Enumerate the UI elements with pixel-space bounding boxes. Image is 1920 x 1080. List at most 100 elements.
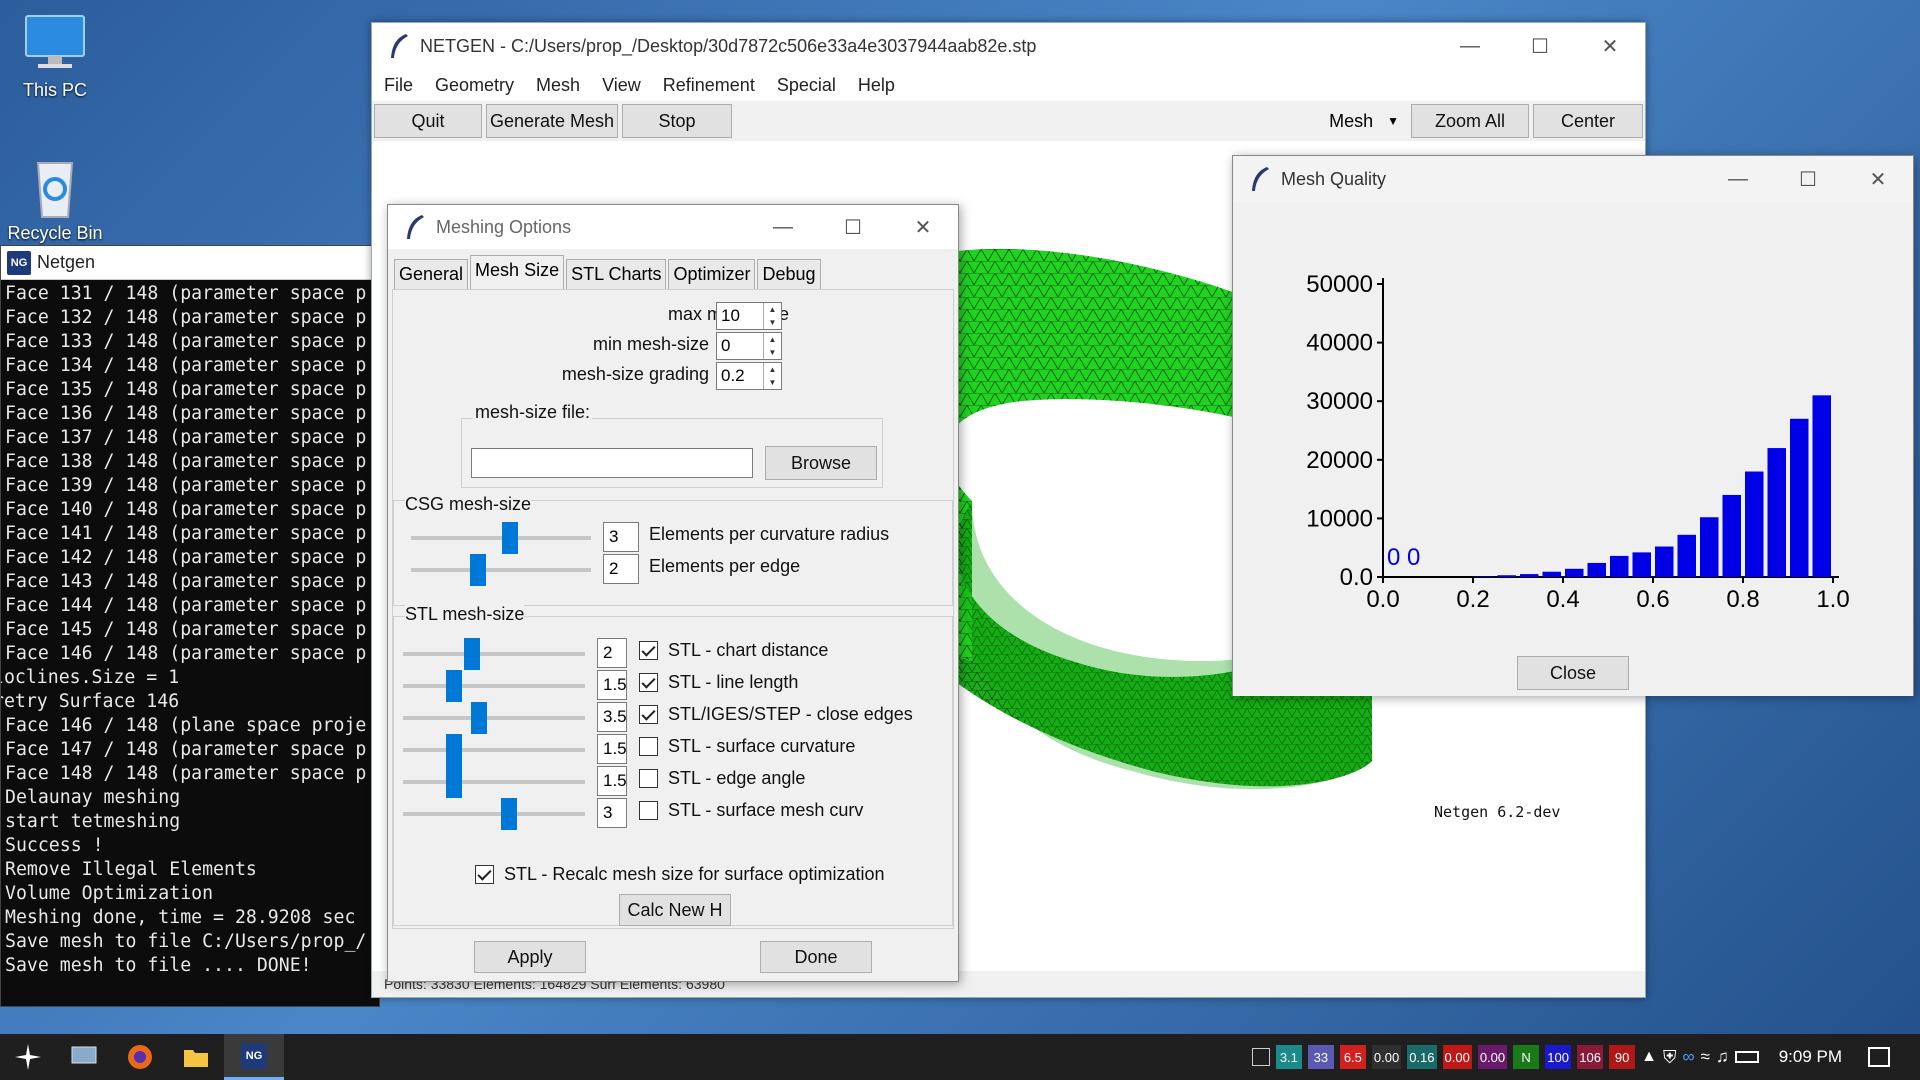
tray-monitor-badge[interactable]: 0.00 [1442,1045,1472,1069]
console-titlebar[interactable]: NG Netgen [1,246,379,280]
max-mesh-size-spinbox[interactable]: 10 ▲ ▼ [716,302,782,330]
tray-monitor-badge[interactable]: 100 [1545,1045,1572,1069]
close-icon[interactable]: ✕ [1843,156,1913,202]
stl-value-box[interactable]: 3.5 [597,702,627,732]
menu-refinement[interactable]: Refinement [663,75,755,96]
tab-general[interactable]: General [394,259,469,289]
minimize-icon[interactable]: — [1703,156,1773,202]
view-select[interactable]: Mesh ▼ [1329,111,1407,132]
calc-new-h-button[interactable]: Calc New H [619,894,731,926]
csg-value-box[interactable]: 3 [603,522,639,552]
slider-thumb[interactable] [445,766,462,798]
tray-monitor-badge[interactable]: 106 [1577,1045,1604,1069]
tray-monitor-badge[interactable]: 0.00 [1371,1045,1402,1069]
recalc-checkbox[interactable] [475,865,494,884]
taskbar-app-explorer[interactable] [168,1034,224,1080]
done-button[interactable]: Done [760,941,872,973]
tray-monitor-badge[interactable]: 6.5 [1339,1045,1366,1069]
mesh-size-grading-spinbox[interactable]: 0.2 ▲ ▼ [716,362,782,390]
menu-special[interactable]: Special [777,75,836,96]
clock[interactable]: 9:09 PM [1779,1047,1842,1067]
tab-debug[interactable]: Debug [757,259,821,289]
volume-icon[interactable]: ♫ [1716,1047,1729,1067]
stl-checkbox-row[interactable]: STL - surface mesh curv [639,800,863,821]
tray-monitor-badge[interactable]: 3.1 [1275,1045,1302,1069]
slider-thumb[interactable] [469,554,486,586]
tray-monitor-badge[interactable]: 0.16 [1407,1045,1437,1069]
maximize-icon[interactable]: ☐ [818,204,888,250]
network-icon[interactable]: ▲ [1641,1048,1657,1066]
stop-button[interactable]: Stop [622,104,732,138]
tray-monitor-badge[interactable]: 33 [1307,1045,1334,1069]
tab-optimizer[interactable]: Optimizer [668,259,756,289]
console-window[interactable]: NG Netgen Face 131 / 148 (parameter spac… [0,245,380,1007]
desktop-icon-this-pc[interactable]: This PC [0,12,110,101]
stl-slider[interactable] [403,702,585,734]
main-titlebar[interactable]: NETGEN - C:/Users/prop_/Desktop/30d7872c… [372,23,1645,69]
menu-geometry[interactable]: Geometry [435,75,514,96]
quality-titlebar[interactable]: Mesh Quality — ☐ ✕ [1233,156,1913,202]
tray-generic-icon[interactable] [1251,1048,1270,1066]
close-icon[interactable]: ✕ [888,204,958,250]
maximize-icon[interactable]: ☐ [1505,23,1575,69]
taskbar-app-firefox[interactable] [112,1034,168,1080]
close-icon[interactable]: ✕ [1575,23,1645,69]
stl-checkbox[interactable] [639,769,658,788]
tab-stl-charts[interactable]: STL Charts [566,259,667,289]
stl-checkbox-row[interactable]: STL - line length [639,672,798,693]
zoom-all-button[interactable]: Zoom All [1411,104,1529,138]
wifi-icon[interactable]: ≈ [1701,1047,1710,1067]
min-mesh-size-spinbox[interactable]: 0 ▲ ▼ [716,332,782,360]
stl-slider[interactable] [403,766,585,798]
stl-checkbox[interactable] [639,641,658,660]
stl-slider[interactable] [403,670,585,702]
tray-monitor-badge[interactable]: N [1513,1045,1540,1069]
maximize-icon[interactable]: ☐ [1773,156,1843,202]
stl-checkbox-row[interactable]: STL/IGES/STEP - close edges [639,704,913,725]
desktop-icon-recycle-bin[interactable]: Recycle Bin [0,155,110,245]
stl-value-box[interactable]: 1.5 [597,670,627,700]
mesh-size-file-input[interactable] [471,448,753,478]
apply-button[interactable]: Apply [474,941,586,973]
stl-slider[interactable] [403,798,585,830]
stl-checkbox[interactable] [639,801,658,820]
stl-value-box[interactable]: 1.5 [597,734,627,764]
csg-slider[interactable] [411,522,591,554]
spin-arrows-icon[interactable]: ▲ ▼ [763,363,781,389]
meshing-options-dialog[interactable]: Meshing Options — ☐ ✕ General Mesh Size … [387,204,959,982]
tray-monitor-badge[interactable]: 90 [1609,1045,1636,1069]
slider-thumb[interactable] [445,734,462,766]
taskbar-app-settings[interactable] [56,1034,112,1080]
stl-checkbox-row[interactable]: STL - chart distance [639,640,828,661]
slider-thumb[interactable] [502,522,518,554]
meshopts-titlebar[interactable]: Meshing Options — ☐ ✕ [388,205,958,249]
mesh-quality-window[interactable]: Mesh Quality — ☐ ✕ 0.0 10000 20000 30000 400… [1232,155,1914,696]
spin-arrows-icon[interactable]: ▲ ▼ [763,303,781,329]
quit-button[interactable]: Quit [374,104,482,138]
menu-view[interactable]: View [602,75,641,96]
menu-file[interactable]: File [384,75,413,96]
notification-icon[interactable] [1868,1047,1890,1067]
csg-slider[interactable] [411,554,591,586]
stl-checkbox[interactable] [639,673,658,692]
center-button[interactable]: Center [1533,104,1643,138]
slider-thumb[interactable] [445,670,462,702]
menu-help[interactable]: Help [858,75,895,96]
start-button[interactable] [0,1034,56,1080]
browse-button[interactable]: Browse [765,446,877,480]
slider-thumb[interactable] [500,798,517,830]
recalc-checkbox-row[interactable]: STL - Recalc mesh size for surface optim… [475,864,884,885]
stl-checkbox[interactable] [639,737,658,756]
shield-icon[interactable]: ⛨ [1663,1047,1677,1068]
quality-close-button[interactable]: Close [1517,656,1629,690]
stl-checkbox-row[interactable]: STL - edge angle [639,768,805,789]
generate-mesh-button[interactable]: Generate Mesh [486,104,618,138]
stl-slider[interactable] [403,734,585,766]
minimize-icon[interactable]: — [748,204,818,250]
stl-slider[interactable] [403,638,585,670]
menu-mesh[interactable]: Mesh [536,75,580,96]
stl-checkbox-row[interactable]: STL - surface curvature [639,736,855,757]
minimize-icon[interactable]: — [1435,23,1505,69]
csg-value-box[interactable]: 2 [603,554,639,584]
bluetooth-icon[interactable]: ∞ [1682,1047,1694,1067]
